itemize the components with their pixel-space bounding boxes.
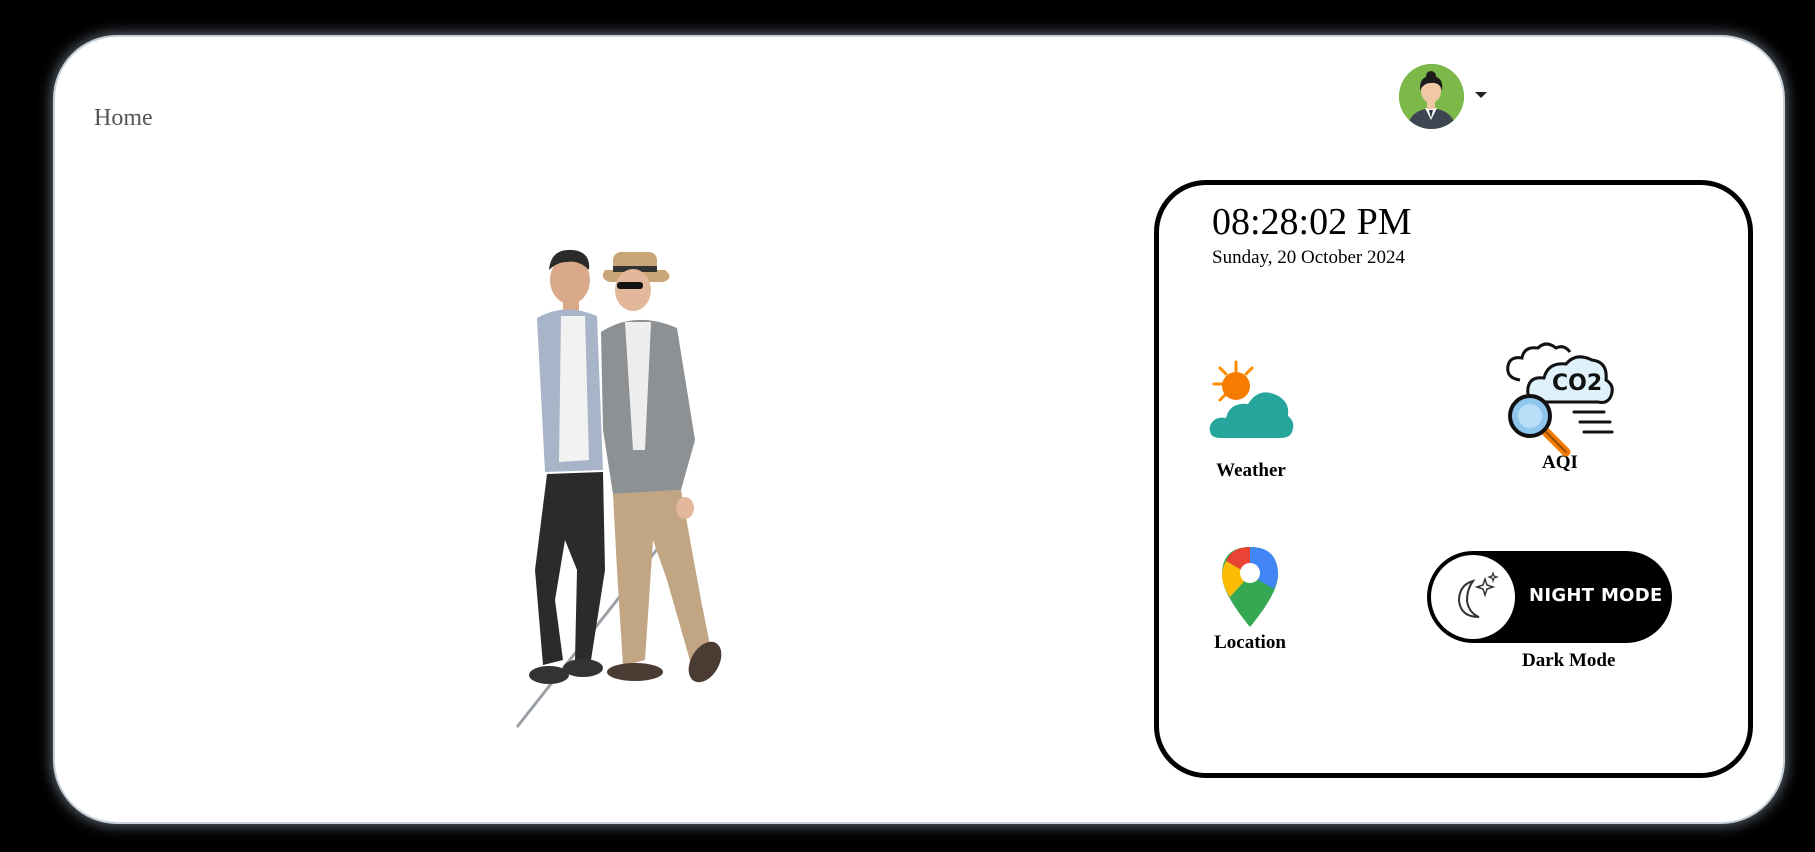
co2-magnifier-icon: CO2 bbox=[1495, 340, 1625, 460]
user-avatar-icon[interactable] bbox=[1399, 64, 1464, 129]
clock-time: 08:28:02 PM bbox=[1212, 201, 1412, 243]
clock-date: Sunday, 20 October 2024 bbox=[1212, 247, 1405, 268]
weather-label: Weather bbox=[1216, 460, 1286, 481]
caret-down-icon[interactable] bbox=[1475, 91, 1487, 98]
location-tile[interactable]: Location bbox=[1210, 545, 1290, 654]
co2-text: CO2 bbox=[1552, 371, 1602, 396]
night-mode-toggle[interactable]: NIGHT MODE bbox=[1427, 551, 1672, 643]
nav-home-link[interactable]: Home bbox=[94, 105, 153, 132]
aqi-tile[interactable]: CO2 AQI bbox=[1495, 340, 1625, 474]
moon-stars-icon bbox=[1431, 555, 1515, 639]
map-pin-icon bbox=[1210, 545, 1290, 632]
location-label: Location bbox=[1214, 632, 1286, 653]
user-menu[interactable] bbox=[1399, 64, 1487, 129]
dark-mode-label: Dark Mode bbox=[1522, 650, 1616, 671]
weather-sun-cloud-icon bbox=[1196, 360, 1306, 460]
hero-illustration-people-walking bbox=[505, 240, 775, 730]
weather-tile[interactable]: Weather bbox=[1196, 360, 1306, 482]
night-mode-text: NIGHT MODE bbox=[1529, 585, 1663, 606]
